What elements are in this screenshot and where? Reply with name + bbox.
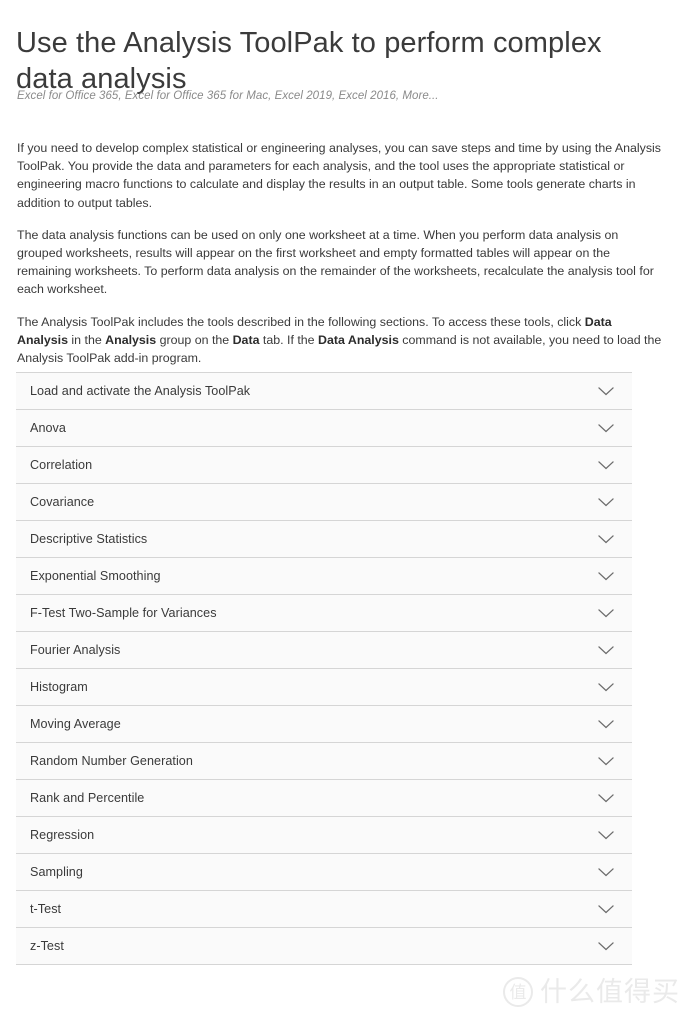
chevron-down-icon[interactable] [597, 866, 615, 878]
chevron-down-icon[interactable] [597, 792, 615, 804]
accordion-item-label: Correlation [30, 458, 93, 472]
accordion-item-label: z-Test [30, 939, 64, 953]
accordion-item-label: Regression [30, 828, 95, 842]
accordion-item[interactable]: Sampling [16, 854, 632, 891]
article-body: If you need to develop complex statistic… [17, 139, 665, 367]
chevron-down-icon[interactable] [597, 385, 615, 397]
accordion-item[interactable]: Anova [16, 410, 632, 447]
accordion-item[interactable]: Exponential Smoothing [16, 558, 632, 595]
accordion-item-label: F-Test Two-Sample for Variances [30, 606, 217, 620]
paragraph-segment: in the [67, 332, 106, 347]
chevron-down-icon[interactable] [597, 570, 615, 582]
accordion-item[interactable]: Descriptive Statistics [16, 521, 632, 558]
accordion-item[interactable]: Histogram [16, 669, 632, 706]
accordion-item-label: Anova [30, 421, 66, 435]
accordion-item[interactable]: Moving Average [16, 706, 632, 743]
accordion-item[interactable]: Regression [16, 817, 632, 854]
chevron-down-icon[interactable] [597, 422, 615, 434]
accordion-item[interactable]: Fourier Analysis [16, 632, 632, 669]
chevron-down-icon[interactable] [597, 940, 615, 952]
page-title: Use the Analysis ToolPak to perform comp… [16, 27, 602, 96]
paragraph-access-tools: The Analysis ToolPak includes the tools … [17, 313, 665, 368]
paragraph-segment: tab. If the [259, 332, 319, 347]
article-page: Use the Analysis ToolPak to perform comp… [0, 0, 684, 1016]
accordion-item[interactable]: F-Test Two-Sample for Variances [16, 595, 632, 632]
accordion-item-label: Sampling [30, 865, 83, 879]
chevron-down-icon[interactable] [597, 718, 615, 730]
bold-data-analysis-command: Data Analysis [318, 332, 399, 347]
accordion-item-label: Moving Average [30, 717, 121, 731]
bold-data: Data [232, 332, 260, 347]
watermark-logo-icon: 值 [503, 977, 533, 1007]
chevron-down-icon[interactable] [597, 644, 615, 656]
accordion-item-label: Descriptive Statistics [30, 532, 148, 546]
accordion-item[interactable]: Covariance [16, 484, 632, 521]
accordion-item-label: t-Test [30, 902, 62, 916]
accordion-item-label: Rank and Percentile [30, 791, 145, 805]
chevron-down-icon[interactable] [597, 496, 615, 508]
chevron-down-icon[interactable] [597, 829, 615, 841]
accordion-item[interactable]: Load and activate the Analysis ToolPak [16, 373, 632, 410]
accordion-item[interactable]: Correlation [16, 447, 632, 484]
tool-accordion: Load and activate the Analysis ToolPak An… [16, 372, 632, 965]
bold-analysis: Analysis [105, 332, 157, 347]
chevron-down-icon[interactable] [597, 681, 615, 693]
accordion-item[interactable]: Random Number Generation [16, 743, 632, 780]
watermark-label: 什么值得买 [540, 977, 680, 1007]
chevron-down-icon[interactable] [597, 755, 615, 767]
accordion-item[interactable]: z-Test [16, 928, 632, 965]
accordion-item[interactable]: t-Test [16, 891, 632, 928]
paragraph-worksheets: The data analysis functions can be used … [17, 227, 654, 297]
accordion-item-label: Fourier Analysis [30, 643, 121, 657]
accordion-item-label: Histogram [30, 680, 88, 694]
accordion-item[interactable]: Rank and Percentile [16, 780, 632, 817]
chevron-down-icon[interactable] [597, 459, 615, 471]
accordion-item-label: Load and activate the Analysis ToolPak [30, 384, 251, 398]
chevron-down-icon[interactable] [597, 607, 615, 619]
accordion-item-label: Random Number Generation [30, 754, 193, 768]
accordion-item-label: Exponential Smoothing [30, 569, 161, 583]
paragraph-segment: The Analysis ToolPak includes the tools … [17, 314, 585, 329]
applies-to-products: Excel for Office 365, Excel for Office 3… [17, 90, 439, 102]
accordion-item-label: Covariance [30, 495, 95, 509]
chevron-down-icon[interactable] [597, 903, 615, 915]
site-watermark: 值 什么值得买 [503, 972, 679, 1012]
paragraph-intro: If you need to develop complex statistic… [17, 141, 661, 210]
paragraph-segment: group on the [156, 332, 233, 347]
chevron-down-icon[interactable] [597, 533, 615, 545]
